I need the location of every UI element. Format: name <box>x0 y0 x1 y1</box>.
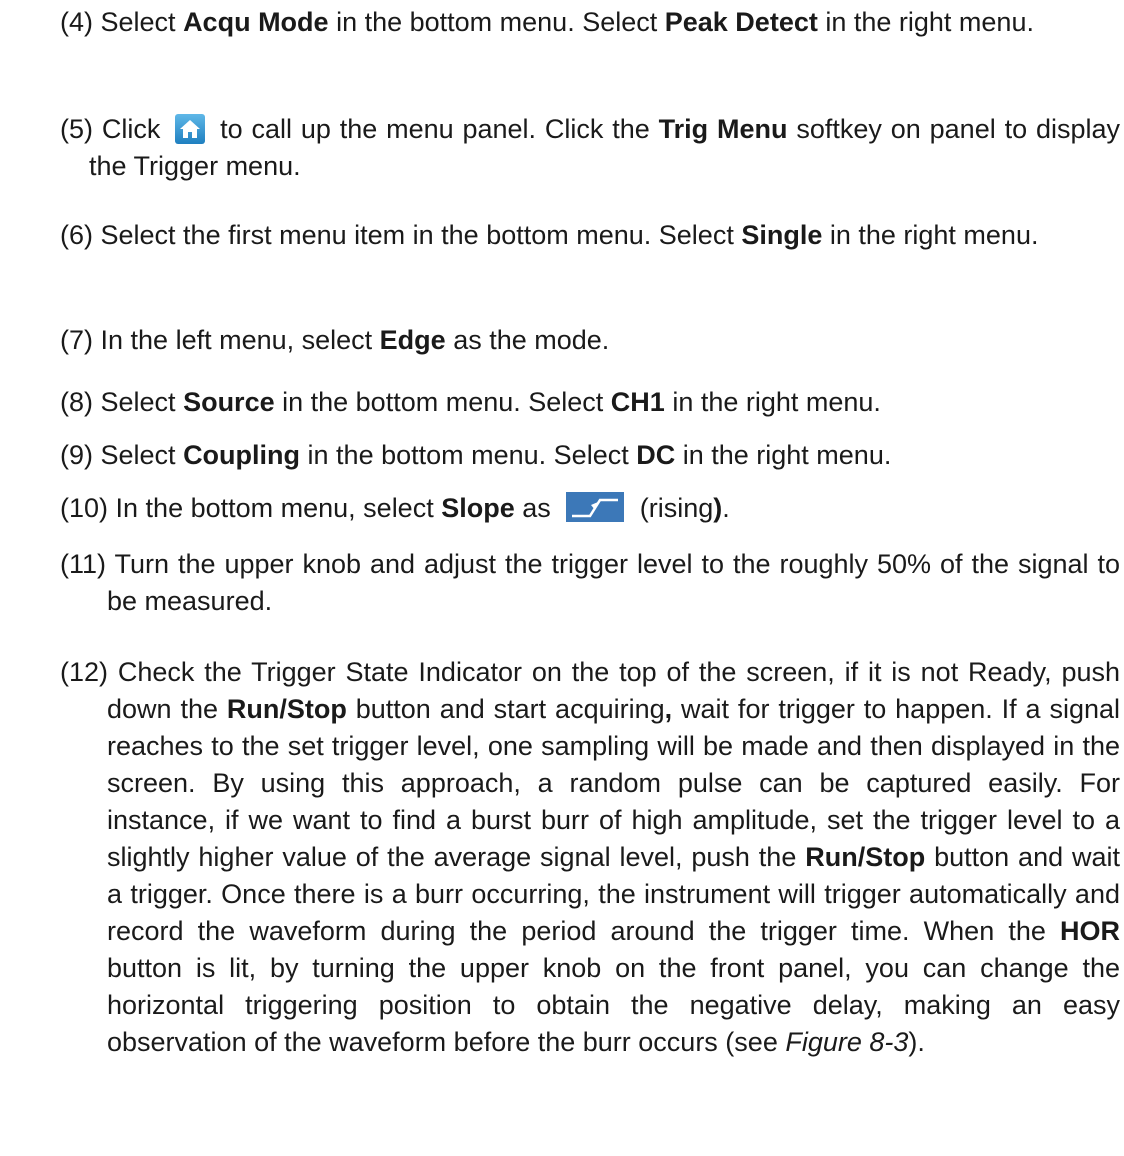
bold-term: Run/Stop <box>805 842 926 872</box>
figure-reference: Figure 8-3 <box>785 1027 909 1057</box>
bold-term: Slope <box>441 493 515 523</box>
step-10: (10) In the bottom menu, select Slope as… <box>60 492 730 523</box>
step-number: (12) <box>60 657 109 687</box>
bold-term: Trig Menu <box>658 114 788 144</box>
step-number: (9) <box>60 440 93 470</box>
step-11: (11) Turn the upper knob and adjust the … <box>60 549 1121 616</box>
step-number: (7) <box>60 325 93 355</box>
step-number: (11) <box>60 549 107 579</box>
bold-term: CH1 <box>610 387 665 417</box>
home-icon <box>175 114 206 144</box>
step-8: (8) Select Source in the bottom menu. Se… <box>60 387 881 417</box>
step-number: (10) <box>60 493 109 523</box>
step-number: (6) <box>60 220 93 250</box>
step-number: (5) <box>60 114 93 144</box>
rising-slope-icon <box>566 492 625 522</box>
bold-term: HOR <box>1060 916 1120 946</box>
bold-term: Single <box>741 220 823 250</box>
step-9: (9) Select Coupling in the bottom menu. … <box>60 440 892 470</box>
step-4: (4) Select Acqu Mode in the bottom menu.… <box>60 7 1034 37</box>
bold-term: Source <box>183 387 275 417</box>
step-number: (8) <box>60 387 93 417</box>
bold-term: Acqu Mode <box>183 7 329 37</box>
bold-term: Edge <box>379 325 446 355</box>
bold-term: Run/Stop <box>226 694 347 724</box>
bold-term: Peak Detect <box>664 7 818 37</box>
step-7: (7) In the left menu, select Edge as the… <box>60 325 610 355</box>
step-12: (12) Check the Trigger State Indicator o… <box>60 657 1121 1057</box>
step-6: (6) Select the first menu item in the bo… <box>60 220 1039 250</box>
step-5: (5) Click to call up the menu panel. Cli… <box>60 114 1120 181</box>
bold-term: DC <box>636 440 676 470</box>
step-number: (4) <box>60 7 93 37</box>
bold-term: Coupling <box>183 440 301 470</box>
